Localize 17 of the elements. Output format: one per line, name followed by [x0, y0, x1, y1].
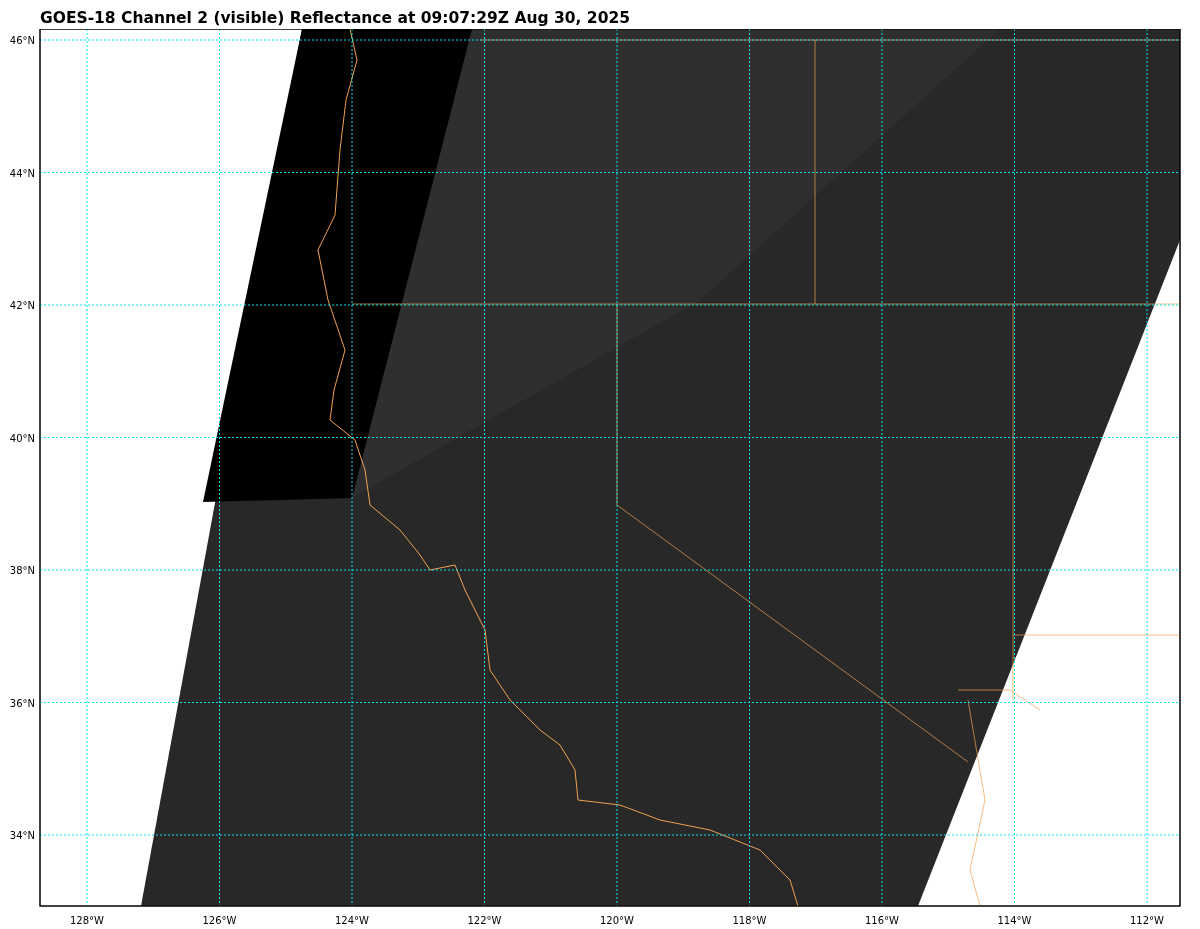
longitude-label: 124°W	[335, 915, 369, 926]
latitude-label: 36°N	[9, 697, 35, 709]
latitude-label: 40°N	[9, 432, 35, 444]
longitude-label: 112°W	[1130, 915, 1164, 926]
latitude-label: 44°N	[9, 167, 35, 179]
latitude-label: 38°N	[9, 565, 35, 576]
longitude-label: 128°W	[70, 915, 104, 926]
latitude-label: 34°N	[9, 830, 35, 841]
longitude-label: 126°W	[202, 915, 237, 926]
longitude-label: 114°W	[997, 915, 1032, 926]
longitude-label: 122°W	[467, 915, 502, 926]
latitude-label: 46°N	[9, 35, 35, 46]
longitude-label: 118°W	[732, 915, 767, 926]
latitude-label: 42°N	[9, 300, 35, 311]
chart-title: GOES-18 Channel 2 (visible) Reflectance at 09:07:29Z Aug 30, 2025	[39, 8, 630, 29]
longitude-label: 120°W	[600, 915, 634, 926]
longitude-label: 116°W	[865, 915, 899, 926]
